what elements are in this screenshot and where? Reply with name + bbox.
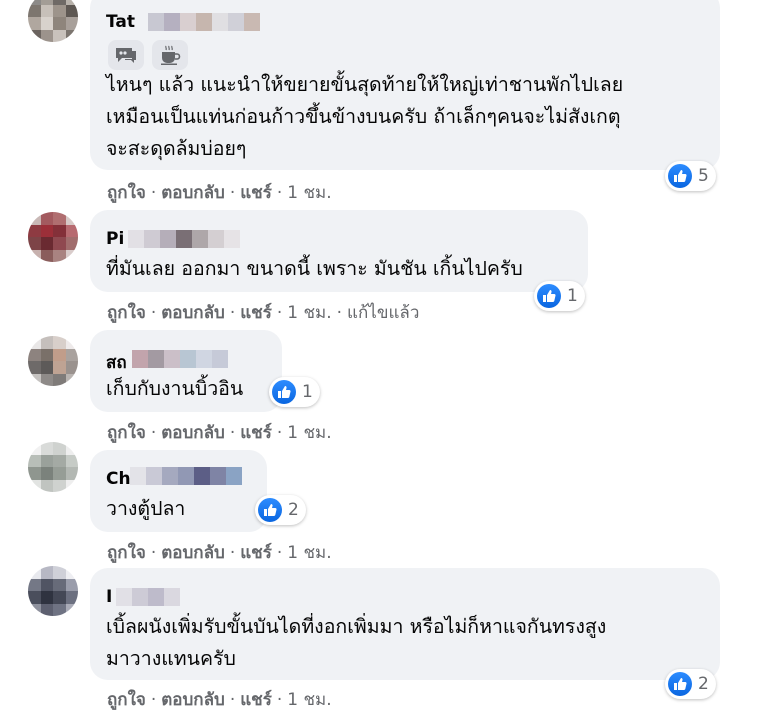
reaction-summary[interactable]: 5 <box>665 161 716 191</box>
commenter-name[interactable]: Pi <box>106 229 124 249</box>
comment-line: ไหนๆ แล้ว แนะนำให้ขยายขั้นสุดท้ายให้ใหญ่… <box>106 73 624 96</box>
reaction-summary[interactable]: 1 <box>534 281 585 311</box>
like-icon <box>272 380 296 404</box>
share-button[interactable]: แชร์ <box>240 303 272 323</box>
comment-actions: ถูกใจ · ตอบกลับ · แชร์ · 1 ชม. <box>107 543 332 563</box>
share-button[interactable]: แชร์ <box>240 423 272 443</box>
comment-line: ที่มันเลย ออกมา ขนาดนี้ เพราะ มันชัน เกิ… <box>106 257 523 280</box>
reaction-count: 1 <box>302 382 313 402</box>
timestamp[interactable]: 1 ชม. <box>287 690 331 710</box>
reaction-summary[interactable]: 1 <box>269 377 320 407</box>
comment-actions: ถูกใจ · ตอบกลับ · แชร์ · 1 ชม. <box>107 183 332 203</box>
name-blur <box>132 350 228 368</box>
commenter-name[interactable]: I <box>106 587 112 607</box>
reaction-count: 2 <box>288 500 299 520</box>
edited-label[interactable]: แก้ไขแล้ว <box>347 303 419 323</box>
like-icon <box>537 284 561 308</box>
like-icon <box>668 672 692 696</box>
comment-line: เบิ้ลผนังเพิ่มรับขั้นบันไดที่งอกเพิ่มมา … <box>106 615 607 638</box>
timestamp[interactable]: 1 ชม. <box>287 543 331 563</box>
coffee-icon[interactable] <box>152 40 188 70</box>
avatar[interactable] <box>28 566 78 616</box>
comment-line: มาวางแทนครับ <box>106 647 236 670</box>
reply-button[interactable]: ตอบกลับ <box>161 303 225 323</box>
name-blur <box>116 588 180 606</box>
comment-actions: ถูกใจ · ตอบกลับ · แชร์ · 1 ชม. <box>107 690 332 710</box>
like-button[interactable]: ถูกใจ <box>107 183 146 203</box>
reaction-count: 5 <box>698 166 709 186</box>
name-blur <box>130 467 242 485</box>
reply-button[interactable]: ตอบกลับ <box>161 423 225 443</box>
reaction-summary[interactable]: 2 <box>665 669 716 699</box>
avatar[interactable] <box>28 442 78 492</box>
avatar[interactable] <box>28 336 78 386</box>
comment-line: จะสะดุดล้มบ่อยๆ <box>106 137 247 160</box>
reply-button[interactable]: ตอบกลับ <box>161 543 225 563</box>
like-icon <box>258 498 282 522</box>
share-button[interactable]: แชร์ <box>240 543 272 563</box>
like-button[interactable]: ถูกใจ <box>107 423 146 443</box>
reply-button[interactable]: ตอบกลับ <box>161 183 225 203</box>
timestamp[interactable]: 1 ชม. <box>287 423 331 443</box>
comment-line: เก็บกับงานบิ้วอิน <box>106 377 244 400</box>
commenter-name[interactable]: Tat <box>106 12 135 32</box>
top-fan-badge-icon[interactable] <box>108 40 144 70</box>
comment-actions: ถูกใจ · ตอบกลับ · แชร์ · 1 ชม. <box>107 423 332 443</box>
like-icon <box>668 164 692 188</box>
comment-line: เหมือนเป็นแท่นก่อนก้าวขึ้นข้างบนครับ ถ้า… <box>106 105 621 128</box>
like-button[interactable]: ถูกใจ <box>107 690 146 710</box>
name-blur <box>148 13 260 31</box>
comment-actions: ถูกใจ · ตอบกลับ · แชร์ · 1 ชม. · แก้ไขแล้ว <box>107 303 420 323</box>
profile-badges <box>108 40 188 70</box>
share-button[interactable]: แชร์ <box>240 183 272 203</box>
timestamp[interactable]: 1 ชม. <box>287 303 331 323</box>
avatar[interactable] <box>28 0 78 42</box>
reaction-count: 1 <box>567 286 578 306</box>
reaction-summary[interactable]: 2 <box>255 495 306 525</box>
share-button[interactable]: แชร์ <box>240 690 272 710</box>
reaction-count: 2 <box>698 674 709 694</box>
timestamp[interactable]: 1 ชม. <box>287 183 331 203</box>
avatar[interactable] <box>28 212 78 262</box>
like-button[interactable]: ถูกใจ <box>107 543 146 563</box>
commenter-name[interactable]: Ch <box>106 469 131 489</box>
name-blur <box>128 230 240 248</box>
reply-button[interactable]: ตอบกลับ <box>161 690 225 710</box>
like-button[interactable]: ถูกใจ <box>107 303 146 323</box>
comment-line: วางตู้ปลา <box>106 497 186 520</box>
